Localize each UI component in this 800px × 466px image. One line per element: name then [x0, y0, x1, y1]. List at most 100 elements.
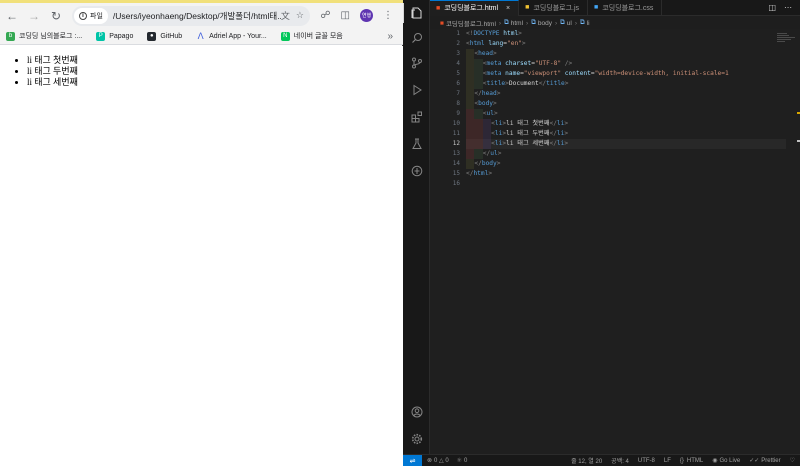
run-debug-icon[interactable]: [403, 80, 430, 100]
accounts-icon[interactable]: [403, 402, 430, 422]
profile-avatar[interactable]: 연행: [360, 9, 373, 22]
settings-gear-icon[interactable]: [403, 429, 430, 449]
line-number: 15: [452, 170, 460, 177]
breadcrumb: ■ 코딩딩블로그.html › ⧉ html › ⧉ body › ⧉ ul ›…: [430, 17, 800, 29]
line-number: 13: [452, 150, 460, 157]
info-icon: i: [79, 11, 87, 20]
cursor-position[interactable]: 줄 12, 열 20: [571, 456, 602, 465]
code-lines[interactable]: <!DOCTYPE html> <html lang="en"> <head> …: [466, 29, 786, 189]
tab-css-file[interactable]: ■ 코딩딩블로그.css: [588, 0, 663, 16]
bookmark-item[interactable]: Λ Adriel App - Your...: [196, 31, 267, 41]
check-double-icon: ✓✓: [749, 458, 760, 464]
tab-js-file[interactable]: ■ 코딩딩블로그.js: [519, 0, 589, 16]
code-line-current: <li>li 태그 세번째</li>: [466, 139, 786, 149]
chevron-right-icon: ›: [554, 19, 558, 27]
source-control-icon[interactable]: [403, 53, 430, 73]
line-number: 12: [452, 140, 460, 147]
line-number: 16: [452, 180, 460, 187]
reload-icon[interactable]: ↻: [46, 6, 66, 26]
site-info-label: 파일: [90, 12, 103, 20]
code-editor[interactable]: 1 2 3 4 5 6 7 8 9 10 11 12 13 14 15 16 <!DOCTYPE html> …: [430, 29, 800, 454]
indentation-status[interactable]: 공백: 4: [611, 456, 629, 465]
code-line: <li>li 태그 첫번째</li>: [466, 119, 786, 129]
remote-icon[interactable]: ⇌: [403, 454, 422, 466]
bookmark-favicon-icon: Λ: [197, 31, 204, 41]
html-file-icon: ■: [436, 4, 441, 12]
code-line: </head>: [466, 89, 786, 99]
code-line: <head>: [466, 49, 786, 59]
code-line: </ul>: [466, 149, 786, 159]
tab-html-file[interactable]: ■ 코딩딩블로그.html ×: [430, 0, 520, 16]
more-menu-icon[interactable]: ⋮: [383, 10, 393, 21]
bookmark-favicon-icon: P: [96, 31, 106, 41]
eol-status[interactable]: LF: [664, 458, 671, 464]
prettier-status[interactable]: ✓✓ Prettier: [749, 457, 780, 465]
bookmark-item[interactable]: N 네이버 글꼴 모음: [280, 31, 343, 41]
line-number: 14: [452, 160, 460, 167]
split-editor-icon[interactable]: ◫: [768, 3, 776, 12]
line-number: 10: [452, 120, 460, 127]
bookmarks-overflow-icon[interactable]: »: [387, 31, 393, 42]
minimap[interactable]: [777, 29, 800, 454]
extensions-icon[interactable]: [403, 107, 430, 127]
element-icon: ⧉: [531, 19, 536, 26]
forward-arrow-icon[interactable]: →: [24, 6, 44, 26]
ports-status[interactable]: ⚛ 0: [457, 457, 468, 465]
go-live-button[interactable]: ◉ Go Live: [712, 457, 740, 465]
language-label: HTML: [686, 457, 704, 464]
language-mode[interactable]: {} HTML: [680, 458, 703, 464]
status-bar: ⇌ ⊗ 0 △ 0 ⚛ 0 줄 12, 열 20 공백: 4 UTF-8 LF …: [403, 454, 800, 466]
side-panel-icon[interactable]: ◫: [341, 10, 350, 21]
bookmarks-bar: b 코딩딩 님의블로그 :... P Papago ● GitHub Λ Adr…: [0, 28, 403, 45]
code-line: <!DOCTYPE html>: [466, 30, 522, 37]
code-line: <meta name="viewport" content="width=dev…: [466, 69, 786, 79]
breadcrumb-item[interactable]: body: [538, 20, 552, 27]
tab-label: 코딩딩블로그.css: [602, 4, 654, 12]
more-actions-icon[interactable]: ⋯: [784, 3, 792, 12]
element-icon: ⧉: [504, 19, 509, 26]
code-line: <title>Document</title>: [466, 79, 786, 89]
tab-label: 코딩딩블로그.html: [444, 5, 499, 12]
vscode-window: ■ 코딩딩블로그.html × ■ 코딩딩블로그.js ■ 코딩딩블로그.css…: [403, 0, 800, 466]
encoding-status[interactable]: UTF-8: [638, 458, 655, 464]
testing-icon[interactable]: [403, 134, 430, 154]
bookmark-star-icon[interactable]: ☆: [296, 10, 304, 21]
chevron-right-icon: ›: [498, 19, 502, 27]
notifications-bell-icon[interactable]: ♡: [790, 457, 795, 464]
list-item: li 태그 첫번째: [27, 55, 403, 66]
problems-count: 0 △ 0: [434, 458, 449, 464]
url-text[interactable]: /Users/iyeonhaeng/Desktop/개발폴더/html태...: [113, 10, 281, 22]
code-line: </html>: [466, 170, 493, 177]
breadcrumb-item[interactable]: 코딩딩블로그.html: [446, 18, 496, 28]
line-number: 6: [456, 80, 460, 87]
broadcast-icon: ◉: [712, 458, 718, 464]
back-arrow-icon[interactable]: ←: [2, 6, 22, 26]
breadcrumb-item[interactable]: html: [511, 20, 523, 27]
tab-label: 코딩딩블로그.js: [533, 4, 580, 12]
github-icon: ●: [147, 31, 157, 41]
line-number-gutter: 1 2 3 4 5 6 7 8 9 10 11 12 13 14 15 16: [430, 29, 463, 189]
line-number: 8: [456, 100, 460, 107]
line-number: 11: [452, 130, 460, 137]
error-icon: ⊗: [427, 458, 433, 464]
breadcrumb-item[interactable]: li: [587, 20, 590, 27]
address-bar[interactable]: i 파일 /Users/iyeonhaeng/Desktop/개발폴더/html…: [72, 5, 310, 26]
search-icon[interactable]: [403, 28, 430, 48]
github-actions-icon[interactable]: [403, 161, 430, 181]
problems-status[interactable]: ⊗ 0 △ 0: [427, 457, 449, 464]
bookmark-item[interactable]: P Papago: [96, 31, 133, 41]
site-info-chip[interactable]: i 파일: [74, 7, 108, 24]
explorer-icon[interactable]: [403, 3, 430, 23]
chevron-right-icon: ›: [526, 19, 529, 27]
list-item: li 태그 두번째: [27, 66, 403, 77]
line-number: 9: [456, 110, 460, 117]
line-number: 5: [456, 70, 460, 77]
close-icon[interactable]: ×: [506, 5, 510, 12]
translate-icon[interactable]: 文: [281, 9, 290, 22]
bookmark-item[interactable]: b 코딩딩 님의블로그 :...: [6, 31, 82, 41]
bookmark-item[interactable]: ● GitHub: [147, 31, 182, 41]
breadcrumb-item[interactable]: ul: [567, 20, 572, 27]
extensions-icon[interactable]: ☍: [320, 10, 330, 21]
browser-window: ← → ↻ i 파일 /Users/iyeonhaeng/Desktop/개발폴…: [0, 0, 403, 466]
